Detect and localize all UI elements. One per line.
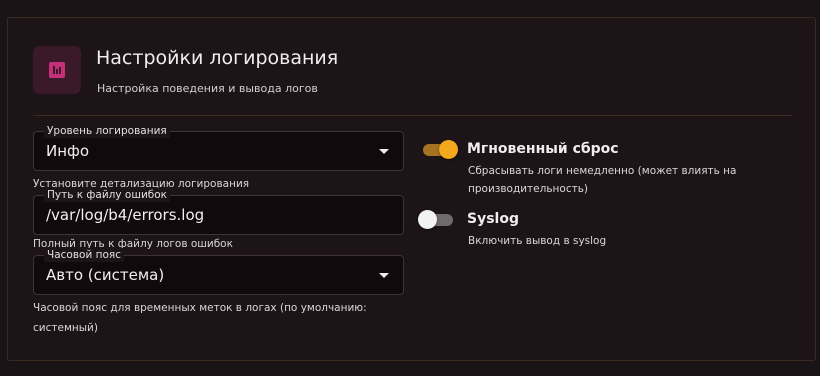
timezone-value: Авто (система) (46, 266, 165, 284)
section-title: Настройки логирования (96, 47, 339, 69)
error-log-path-value: /var/log/b4/errors.log (46, 206, 205, 224)
timezone-label: Часовой пояс (44, 248, 124, 262)
log-level-label: Уровень логирования (44, 124, 170, 138)
syslog-desc: Включить вывод в syslog (468, 235, 607, 247)
section-icon-badge (33, 46, 81, 94)
syslog-title: Syslog (467, 211, 519, 227)
error-log-path-label: Путь к файлу ошибок (44, 188, 171, 202)
instant-flush-desc-line2: производительность) (468, 183, 588, 195)
timezone-helper-line2: системный) (33, 322, 98, 334)
syslog-toggle[interactable] (418, 209, 454, 231)
error-log-path-input[interactable]: Путь к файлу ошибок /var/log/b4/errors.l… (33, 188, 404, 235)
chevron-down-icon (379, 149, 389, 154)
header-divider (33, 115, 792, 116)
bar-chart-icon (49, 62, 65, 78)
timezone-helper-line1: Часовой пояс для временных меток в логах… (33, 302, 367, 314)
toggle-thumb (439, 140, 458, 159)
chevron-down-icon (379, 273, 389, 278)
section-subtitle: Настройка поведения и вывода логов (97, 82, 318, 95)
log-level-value: Инфо (46, 142, 90, 160)
instant-flush-toggle[interactable] (422, 139, 458, 161)
log-level-select[interactable]: Уровень логирования Инфо (33, 124, 404, 171)
timezone-select[interactable]: Часовой пояс Авто (система) (33, 248, 404, 295)
instant-flush-title: Мгновенный сброс (467, 141, 619, 157)
logging-settings-card: Настройки логирования Настройка поведени… (7, 17, 816, 361)
instant-flush-desc-line1: Сбрасывать логи немедленно (может влиять… (468, 165, 737, 177)
toggle-thumb (418, 210, 437, 229)
